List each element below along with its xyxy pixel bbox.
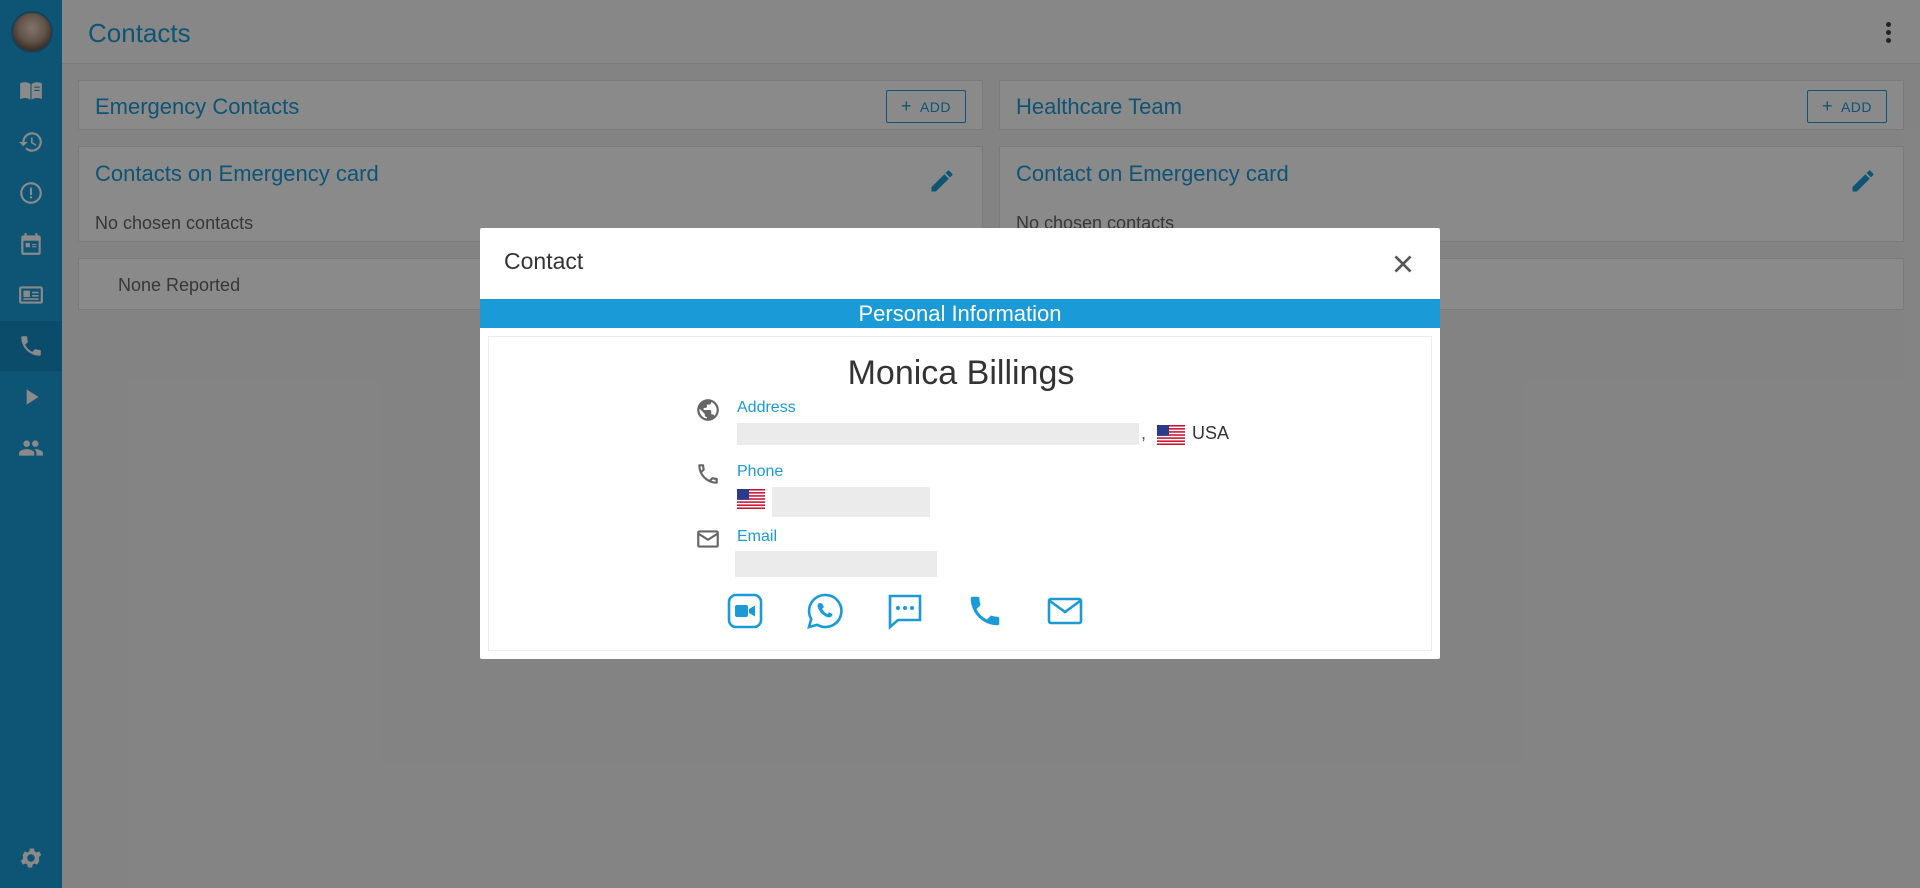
address-value-redacted — [737, 423, 1139, 445]
us-flag-icon — [737, 489, 765, 509]
contact-name: Monica Billings — [847, 354, 1075, 392]
phone-value-redacted — [772, 487, 930, 517]
globe-icon — [695, 397, 721, 423]
sms-icon[interactable] — [886, 592, 924, 630]
address-label: Address — [737, 399, 796, 416]
personal-info-panel: Monica Billings Address , USA Phone Emai… — [488, 336, 1432, 651]
phone-icon — [695, 461, 721, 487]
contact-dialog: Contact Personal Information Monica Bill… — [480, 228, 1440, 659]
address-country: USA — [1192, 423, 1230, 443]
dialog-title: Contact — [504, 248, 584, 274]
video-call-icon[interactable] — [726, 592, 764, 630]
email-value-redacted — [735, 551, 937, 577]
call-icon[interactable] — [966, 592, 1004, 630]
us-flag-icon — [1157, 425, 1185, 445]
whatsapp-icon[interactable] — [806, 592, 844, 630]
email-icon[interactable] — [1046, 592, 1084, 630]
mail-outline-icon — [695, 526, 721, 552]
section-header: Personal Information — [480, 299, 1440, 328]
close-icon[interactable] — [1390, 251, 1416, 277]
address-separator: , — [1141, 423, 1147, 443]
phone-label: Phone — [737, 463, 784, 480]
email-label: Email — [737, 528, 778, 545]
